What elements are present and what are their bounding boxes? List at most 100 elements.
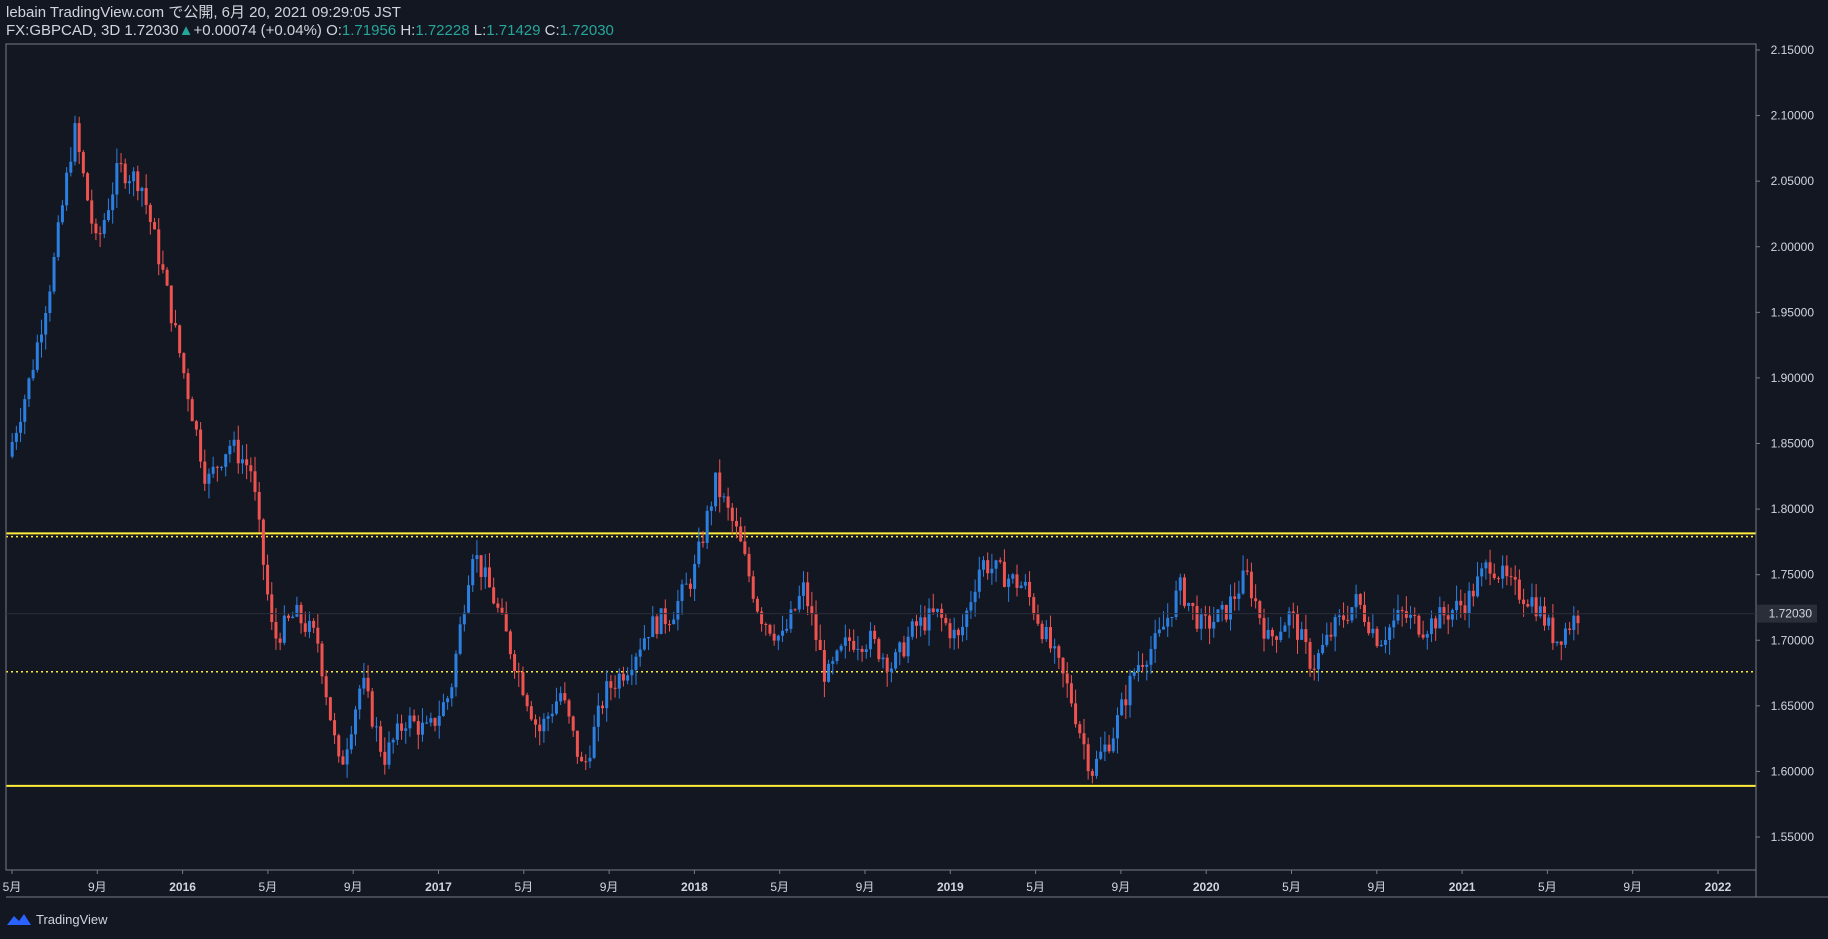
- candle-down: [337, 735, 341, 757]
- time-tick-label: 9月: [1112, 880, 1131, 894]
- candle-up: [111, 194, 115, 211]
- candle-up: [441, 702, 445, 716]
- price-tick-label: 1.85000: [1771, 437, 1815, 451]
- candle-down: [734, 520, 738, 527]
- candle-up: [1530, 597, 1534, 607]
- candle-down: [169, 285, 173, 324]
- candle-down: [1505, 565, 1509, 577]
- candle-down: [1346, 619, 1350, 621]
- price-tick-label: 2.00000: [1771, 240, 1815, 254]
- candle-up: [1157, 629, 1161, 634]
- candle-down: [956, 629, 960, 636]
- candle-down: [379, 726, 383, 752]
- candle-up: [446, 698, 450, 703]
- candle-up: [420, 722, 424, 735]
- candle-down: [860, 648, 864, 652]
- candle-up: [471, 558, 475, 586]
- candle-down: [902, 642, 906, 657]
- candle-down: [814, 614, 818, 640]
- time-tick-label: 5月: [1026, 880, 1045, 894]
- candle-up: [458, 624, 462, 654]
- candle-down: [1233, 596, 1237, 599]
- candle-up: [1484, 562, 1488, 569]
- candle-down: [793, 609, 797, 611]
- candle-down: [655, 616, 659, 634]
- candle-down: [580, 756, 584, 762]
- candle-up: [965, 610, 969, 627]
- candle-up: [31, 369, 35, 379]
- candle-up: [1007, 578, 1011, 587]
- candle-down: [601, 705, 605, 709]
- candle-up: [1023, 581, 1027, 586]
- candle-up: [1438, 607, 1442, 629]
- time-tick-label: 2018: [681, 880, 708, 894]
- candle-up: [106, 210, 110, 221]
- candle-up: [714, 472, 718, 507]
- candle-up: [220, 466, 224, 468]
- candle-down: [1270, 629, 1274, 637]
- low-value: 1.71429: [486, 22, 541, 39]
- time-tick-label: 9月: [600, 880, 619, 894]
- candle-down: [885, 657, 889, 672]
- candle-up: [961, 626, 965, 636]
- candle-down: [1262, 617, 1266, 639]
- candle-up: [630, 669, 634, 676]
- candle-down: [751, 576, 755, 599]
- candle-up: [592, 726, 596, 758]
- time-tick-label: 2020: [1193, 880, 1220, 894]
- candle-up: [450, 687, 454, 699]
- candle-down: [215, 466, 219, 468]
- candle-up: [1501, 565, 1505, 579]
- candle-up: [1455, 600, 1459, 611]
- candle-up: [404, 728, 408, 731]
- candle-down: [412, 715, 416, 722]
- candle-up: [391, 739, 395, 743]
- time-tick-label: 9月: [856, 880, 875, 894]
- high-label: H:: [400, 22, 416, 39]
- candle-down: [1459, 600, 1463, 606]
- candle-up: [596, 705, 600, 727]
- candle-up: [1212, 621, 1216, 629]
- tradingview-logo-icon: [7, 914, 31, 925]
- candle-down: [743, 541, 747, 554]
- candle-down: [1421, 634, 1425, 638]
- candle-up: [856, 648, 860, 650]
- candle-down: [1258, 601, 1262, 618]
- candle-up: [374, 726, 378, 728]
- candle-up: [1011, 574, 1015, 579]
- candle-up: [358, 688, 362, 710]
- candle-up: [693, 563, 697, 589]
- candle-up: [23, 399, 27, 422]
- footer-branding[interactable]: TradingView: [6, 911, 108, 927]
- candle-down: [1040, 623, 1044, 640]
- candle-up: [282, 615, 286, 643]
- candle-up: [387, 742, 391, 765]
- candle-down: [1191, 602, 1195, 607]
- candle-down: [1002, 561, 1006, 587]
- candle-up: [659, 608, 663, 634]
- price-chart[interactable]: 2.15000 2.10000 2.05000 2.00000 1.95000 1.900…: [0, 0, 1828, 939]
- time-tick-label: 9月: [344, 880, 363, 894]
- chart-background: [0, 0, 1828, 939]
- symbol-label[interactable]: FX:GBPCAD, 3D: [6, 22, 120, 39]
- candle-up: [1476, 576, 1480, 597]
- candle-up: [990, 568, 994, 574]
- candle-up: [894, 652, 898, 669]
- candle-up: [228, 445, 232, 455]
- price-tick-label: 1.70000: [1771, 633, 1815, 647]
- candle-up: [1174, 590, 1178, 618]
- candle-up: [207, 473, 211, 484]
- candle-down: [328, 697, 332, 721]
- candle-up: [1136, 665, 1140, 672]
- candle-up: [1216, 609, 1220, 622]
- candle-down: [810, 606, 814, 615]
- price-tick-label: 1.75000: [1771, 568, 1815, 582]
- candle-up: [1547, 617, 1551, 626]
- candle-up: [1132, 671, 1136, 676]
- candle-up: [1555, 641, 1559, 644]
- candle-up: [981, 560, 985, 570]
- price-tick-label: 1.60000: [1771, 764, 1815, 778]
- candle-up: [232, 439, 236, 446]
- candle-up: [115, 163, 119, 195]
- candle-up: [1099, 751, 1103, 759]
